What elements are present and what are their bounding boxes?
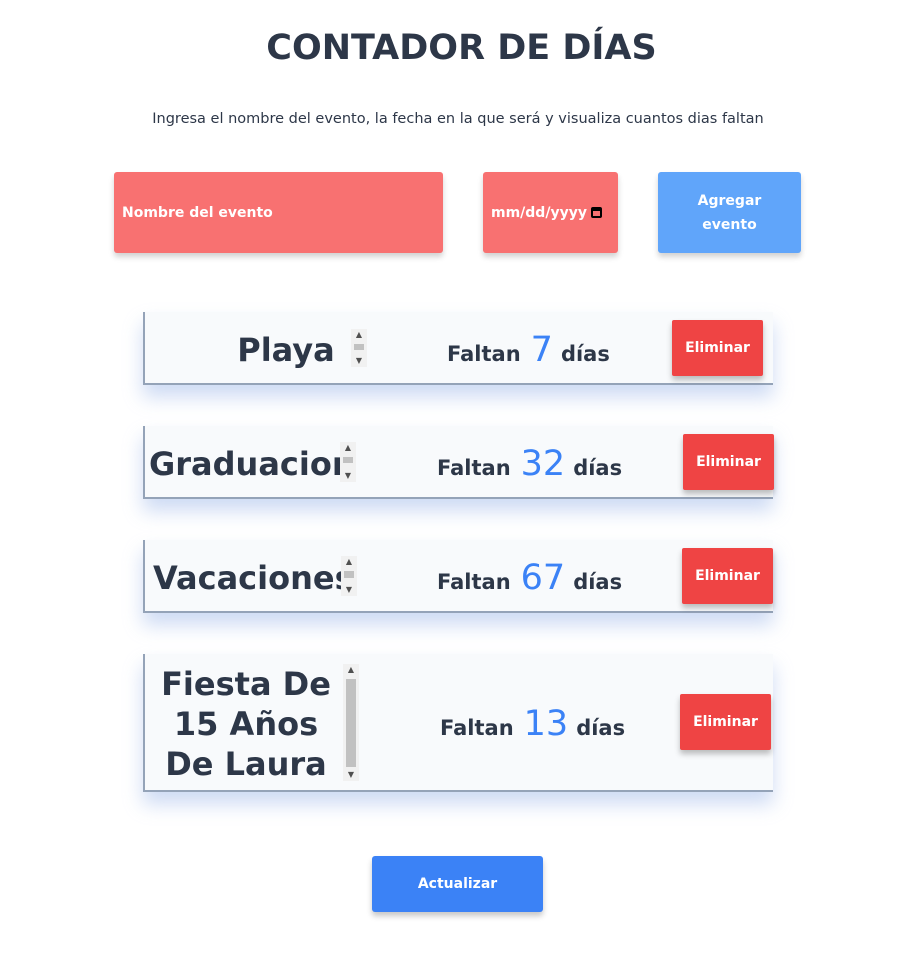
scroll-down-icon[interactable]: ▼ [341,584,357,596]
faltan-label: Faltan [440,716,514,740]
page-title: CONTADOR DE DÍAS [266,28,657,68]
add-event-button[interactable]: Agregar evento [658,172,801,253]
faltan-label: Faltan [437,456,511,480]
scroll-down-icon[interactable]: ▼ [340,470,356,482]
page-subtitle: Ingresa el nombre del evento, la fecha e… [152,111,764,127]
scroll-down-icon[interactable]: ▼ [343,769,359,781]
dias-label: días [573,456,623,480]
event-card: Playa ▲ ▼ Faltan 7 días Eliminar [143,312,773,385]
event-name: Graduacion [149,445,355,483]
dias-label: días [560,342,610,366]
event-card: Vacaciones ▲ ▼ Faltan 67 días Eliminar [143,540,773,613]
event-name-scrollbar[interactable]: ▲ ▼ [340,442,356,482]
days-remaining: Faltan 13 días [440,704,625,744]
days-count: 13 [523,704,569,744]
date-placeholder: mm/dd/yyyy [491,204,587,221]
faltan-label: Faltan [447,342,521,366]
event-name: Playa [237,331,335,369]
scroll-thumb[interactable] [343,457,353,463]
event-card: Fiesta De 15 Años De Laura ▲ ▼ Faltan 13… [143,654,773,792]
days-count: 67 [520,558,566,598]
scroll-up-icon[interactable]: ▲ [341,556,357,568]
event-name-scrollbar[interactable]: ▲ ▼ [341,556,357,596]
delete-button[interactable]: Eliminar [672,320,763,376]
days-remaining: Faltan 67 días [437,558,622,598]
scroll-down-icon[interactable]: ▼ [351,355,367,367]
delete-button[interactable]: Eliminar [682,548,773,604]
scroll-thumb[interactable] [346,679,356,767]
event-date-input[interactable]: mm/dd/yyyy [483,172,618,253]
dias-label: días [576,716,626,740]
event-name: Fiesta De 15 Años De Laura [161,665,331,783]
days-remaining: Faltan 32 días [437,444,622,484]
scroll-up-icon[interactable]: ▲ [343,664,359,676]
scroll-thumb[interactable] [344,571,354,578]
update-button[interactable]: Actualizar [372,856,543,912]
days-count: 32 [520,444,566,484]
event-name-scrollbar[interactable]: ▲ ▼ [343,664,359,781]
delete-button[interactable]: Eliminar [680,694,771,750]
delete-button[interactable]: Eliminar [683,434,774,490]
dias-label: días [573,570,623,594]
event-name-input[interactable] [114,172,443,253]
event-name-scrollbar[interactable]: ▲ ▼ [351,329,367,367]
days-remaining: Faltan 7 días [447,330,610,370]
scroll-thumb[interactable] [354,344,364,350]
event-card: Graduacion ▲ ▼ Faltan 32 días Eliminar [143,426,774,499]
scroll-up-icon[interactable]: ▲ [351,329,367,341]
faltan-label: Faltan [437,570,511,594]
scroll-up-icon[interactable]: ▲ [340,442,356,454]
calendar-icon[interactable] [590,207,602,218]
days-count: 7 [530,330,553,370]
event-name: Vacaciones [153,559,354,597]
